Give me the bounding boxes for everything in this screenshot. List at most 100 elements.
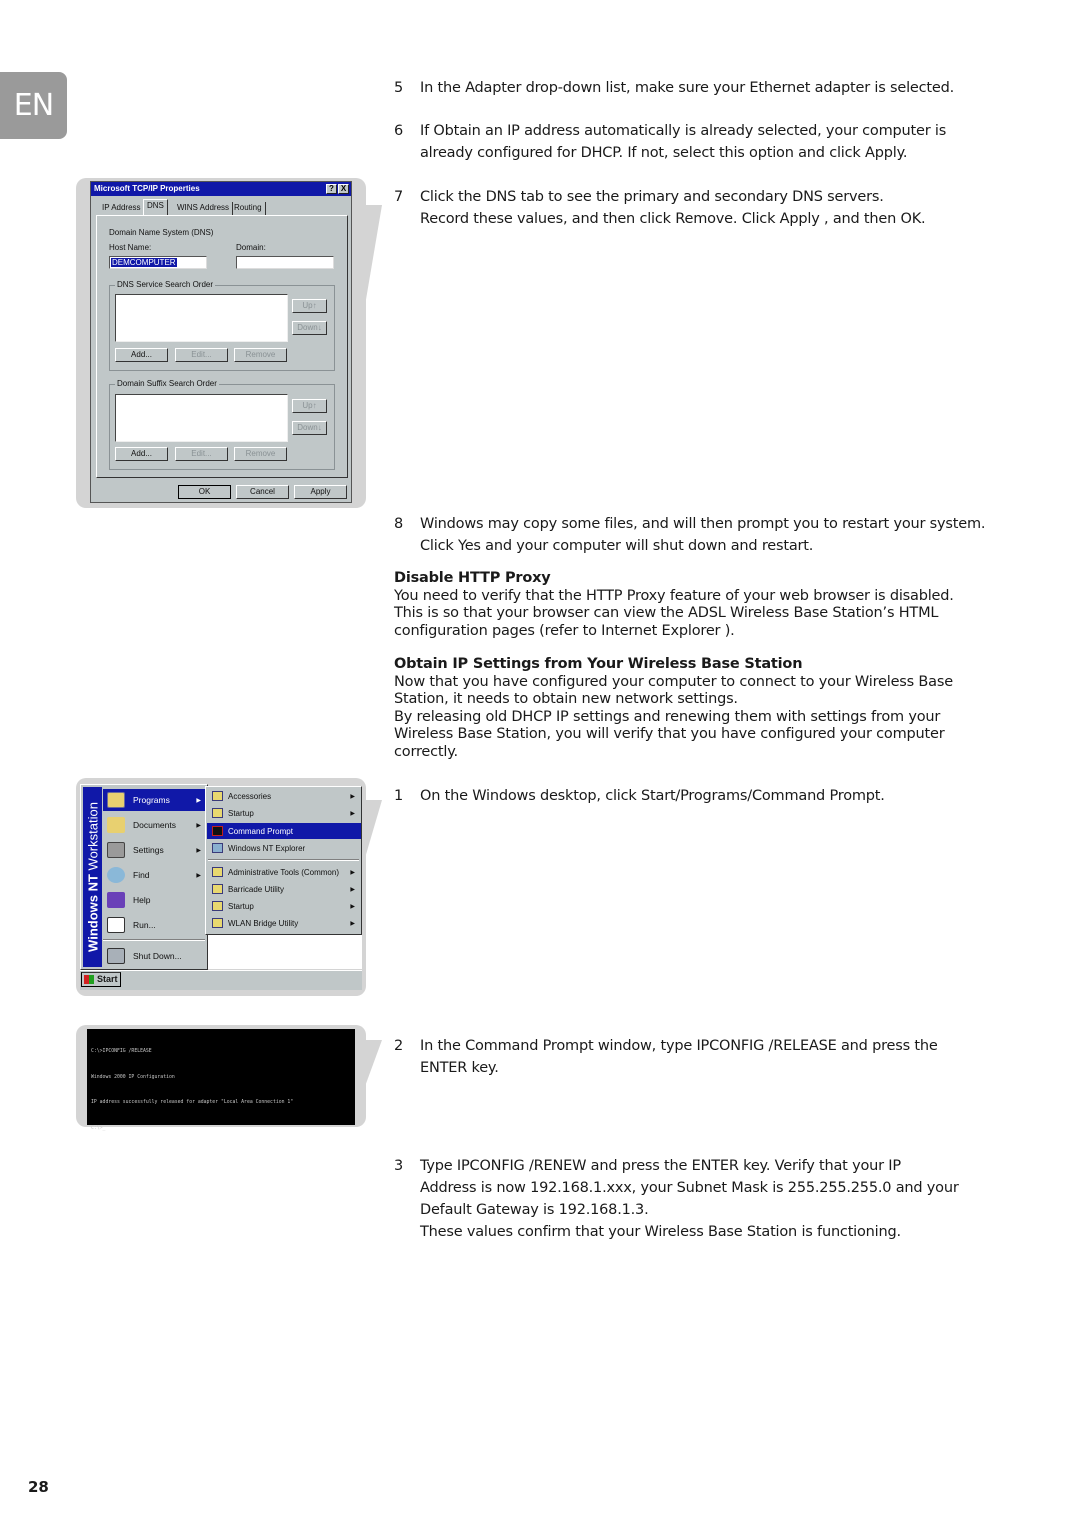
step-number: 8: [394, 516, 404, 532]
menu-item-run[interactable]: Run...: [103, 914, 205, 936]
menu-item-programs[interactable]: Programs ▶: [103, 789, 205, 811]
help-book-icon: [107, 892, 125, 908]
settings-icon: [107, 842, 125, 858]
programs-icon: [107, 792, 125, 808]
submenu-label: Windows NT Explorer: [228, 843, 306, 853]
start-button-label: Start: [97, 974, 118, 984]
programs-submenu: Accessories ▶ Startup ▶ Command Prompt Win…: [205, 786, 362, 935]
shut-down-icon: [107, 948, 125, 964]
tab-dns[interactable]: DNS: [143, 199, 168, 215]
dns-add-button[interactable]: Add...: [115, 348, 168, 362]
tab-ip-address[interactable]: IP Address: [99, 202, 145, 215]
section-disable-proxy: Disable HTTP Proxy You need to verify th…: [394, 570, 1034, 640]
menu-item-find[interactable]: Find ▶: [103, 864, 205, 886]
step-number: 5: [394, 80, 404, 96]
dns-up-button[interactable]: Up↑: [292, 299, 327, 313]
tab-routing[interactable]: Routing: [231, 202, 266, 215]
menu-item-label: Run...: [133, 920, 156, 930]
step-1: 1 On the Windows desktop, click Start/Pro…: [394, 785, 1014, 807]
step-text: Address is now 192.168.1.xxx, your Subne…: [420, 1180, 959, 1196]
menu-separator: [103, 939, 205, 941]
menu-item-help[interactable]: Help: [103, 889, 205, 911]
tcpip-properties-dialog: Microsoft TCP/IP Properties ? X IP Addre…: [90, 181, 352, 503]
menu-item-label: Help: [133, 895, 151, 905]
domain-label: Domain:: [236, 243, 266, 252]
paragraph-line: Wireless Base Station, you will verify t…: [394, 726, 945, 742]
menu-item-documents[interactable]: Documents ▶: [103, 814, 205, 836]
console-line: C:\>IPCONFIG /RELEASE: [91, 1049, 152, 1054]
step-text: Click Yes and your computer will shut do…: [420, 538, 814, 554]
submenu-item-accessories[interactable]: Accessories ▶: [208, 788, 359, 804]
paragraph-line: This is so that your browser can view th…: [394, 605, 939, 621]
step-number: 1: [394, 788, 404, 804]
step-text: On the Windows desktop, click Start/Prog…: [420, 788, 885, 804]
submenu-item-command-prompt[interactable]: Command Prompt: [207, 823, 361, 839]
suffix-add-button[interactable]: Add...: [115, 447, 168, 461]
command-prompt-icon: [212, 826, 223, 836]
section-obtain-ip: Obtain IP Settings from Your Wireless Ba…: [394, 656, 1034, 761]
step-7: 7 Click the DNS tab to see the primary an…: [394, 186, 1014, 230]
step-text: Click the DNS tab to see the primary and…: [420, 189, 884, 205]
cancel-button[interactable]: Cancel: [236, 485, 289, 499]
submenu-arrow-icon: ▶: [350, 920, 355, 927]
dns-remove-button[interactable]: Remove: [234, 348, 287, 362]
section-heading: Obtain IP Settings from Your Wireless Ba…: [394, 656, 803, 672]
menu-item-label: Documents: [133, 820, 176, 830]
step-2: 2 In the Command Prompt window, type IPCO…: [394, 1035, 1014, 1079]
suffix-down-button[interactable]: Down↓: [292, 421, 327, 435]
start-button[interactable]: Start: [81, 972, 121, 987]
submenu-item-startup-2[interactable]: Startup ▶: [208, 898, 359, 914]
command-prompt-window[interactable]: C:\>IPCONFIG /RELEASE Windows 2000 IP Co…: [87, 1029, 355, 1131]
submenu-label: Startup: [228, 901, 254, 911]
suffix-up-button[interactable]: Up↑: [292, 399, 327, 413]
help-button[interactable]: ?: [326, 184, 337, 194]
tab-wins-address[interactable]: WINS Address: [174, 202, 234, 215]
submenu-arrow-icon: ▶: [196, 872, 201, 879]
taskbar: [80, 970, 362, 990]
menu-item-label: Settings: [133, 845, 164, 855]
suffix-search-order-list[interactable]: [115, 394, 288, 442]
step-number: 7: [394, 189, 404, 205]
dns-down-button[interactable]: Down↓: [292, 321, 327, 335]
frame-pointer: [360, 205, 382, 335]
dns-search-order-label: DNS Service Search Order: [115, 280, 216, 289]
submenu-item-administrative-tools[interactable]: Administrative Tools (Common) ▶: [208, 864, 359, 880]
start-menu: Windows NT Workstation Programs ▶ Documen…: [80, 784, 208, 970]
dns-edit-button[interactable]: Edit...: [175, 348, 228, 362]
find-icon: [107, 867, 125, 883]
start-menu-banner: Windows NT Workstation: [83, 787, 102, 967]
console-line: C:\>_: [91, 1125, 106, 1131]
step-text: Type IPCONFIG /RENEW and press the ENTER…: [420, 1158, 901, 1174]
close-button[interactable]: X: [338, 184, 349, 194]
language-tab: EN: [0, 72, 67, 139]
submenu-item-startup[interactable]: Startup ▶: [208, 805, 359, 821]
submenu-arrow-icon: ▶: [350, 869, 355, 876]
explorer-icon: [212, 843, 223, 853]
frame-pointer: [360, 800, 382, 875]
step-text: Windows may copy some files, and will th…: [420, 516, 986, 532]
submenu-arrow-icon: ▶: [350, 903, 355, 910]
host-name-input[interactable]: DEMCOMPUTER: [109, 256, 207, 269]
dns-section-label: Domain Name System (DNS): [109, 228, 214, 237]
suffix-edit-button[interactable]: Edit...: [175, 447, 228, 461]
ok-button[interactable]: OK: [178, 485, 231, 499]
step-text: already configured for DHCP. If not, sel…: [420, 145, 908, 161]
program-group-icon: [212, 867, 223, 877]
apply-button[interactable]: Apply: [294, 485, 347, 499]
frame-pointer: [360, 1040, 382, 1100]
step-number: 3: [394, 1158, 404, 1174]
paragraph-line: By releasing old DHCP IP settings and re…: [394, 708, 941, 725]
menu-item-label: Find: [133, 870, 150, 880]
menu-item-settings[interactable]: Settings ▶: [103, 839, 205, 861]
submenu-item-wlan-bridge-utility[interactable]: WLAN Bridge Utility ▶: [208, 915, 359, 931]
console-line: Windows 2000 IP Configuration: [91, 1074, 175, 1080]
domain-input[interactable]: [236, 256, 334, 269]
suffix-remove-button[interactable]: Remove: [234, 447, 287, 461]
submenu-item-barricade-utility[interactable]: Barricade Utility ▶: [208, 881, 359, 897]
submenu-arrow-icon: ▶: [350, 793, 355, 800]
submenu-item-windows-nt-explorer[interactable]: Windows NT Explorer: [208, 840, 359, 856]
menu-item-shut-down[interactable]: Shut Down...: [103, 945, 205, 967]
dns-search-order-list[interactable]: [115, 294, 288, 342]
submenu-label: Startup: [228, 808, 254, 818]
menu-item-label: Programs: [133, 795, 170, 805]
